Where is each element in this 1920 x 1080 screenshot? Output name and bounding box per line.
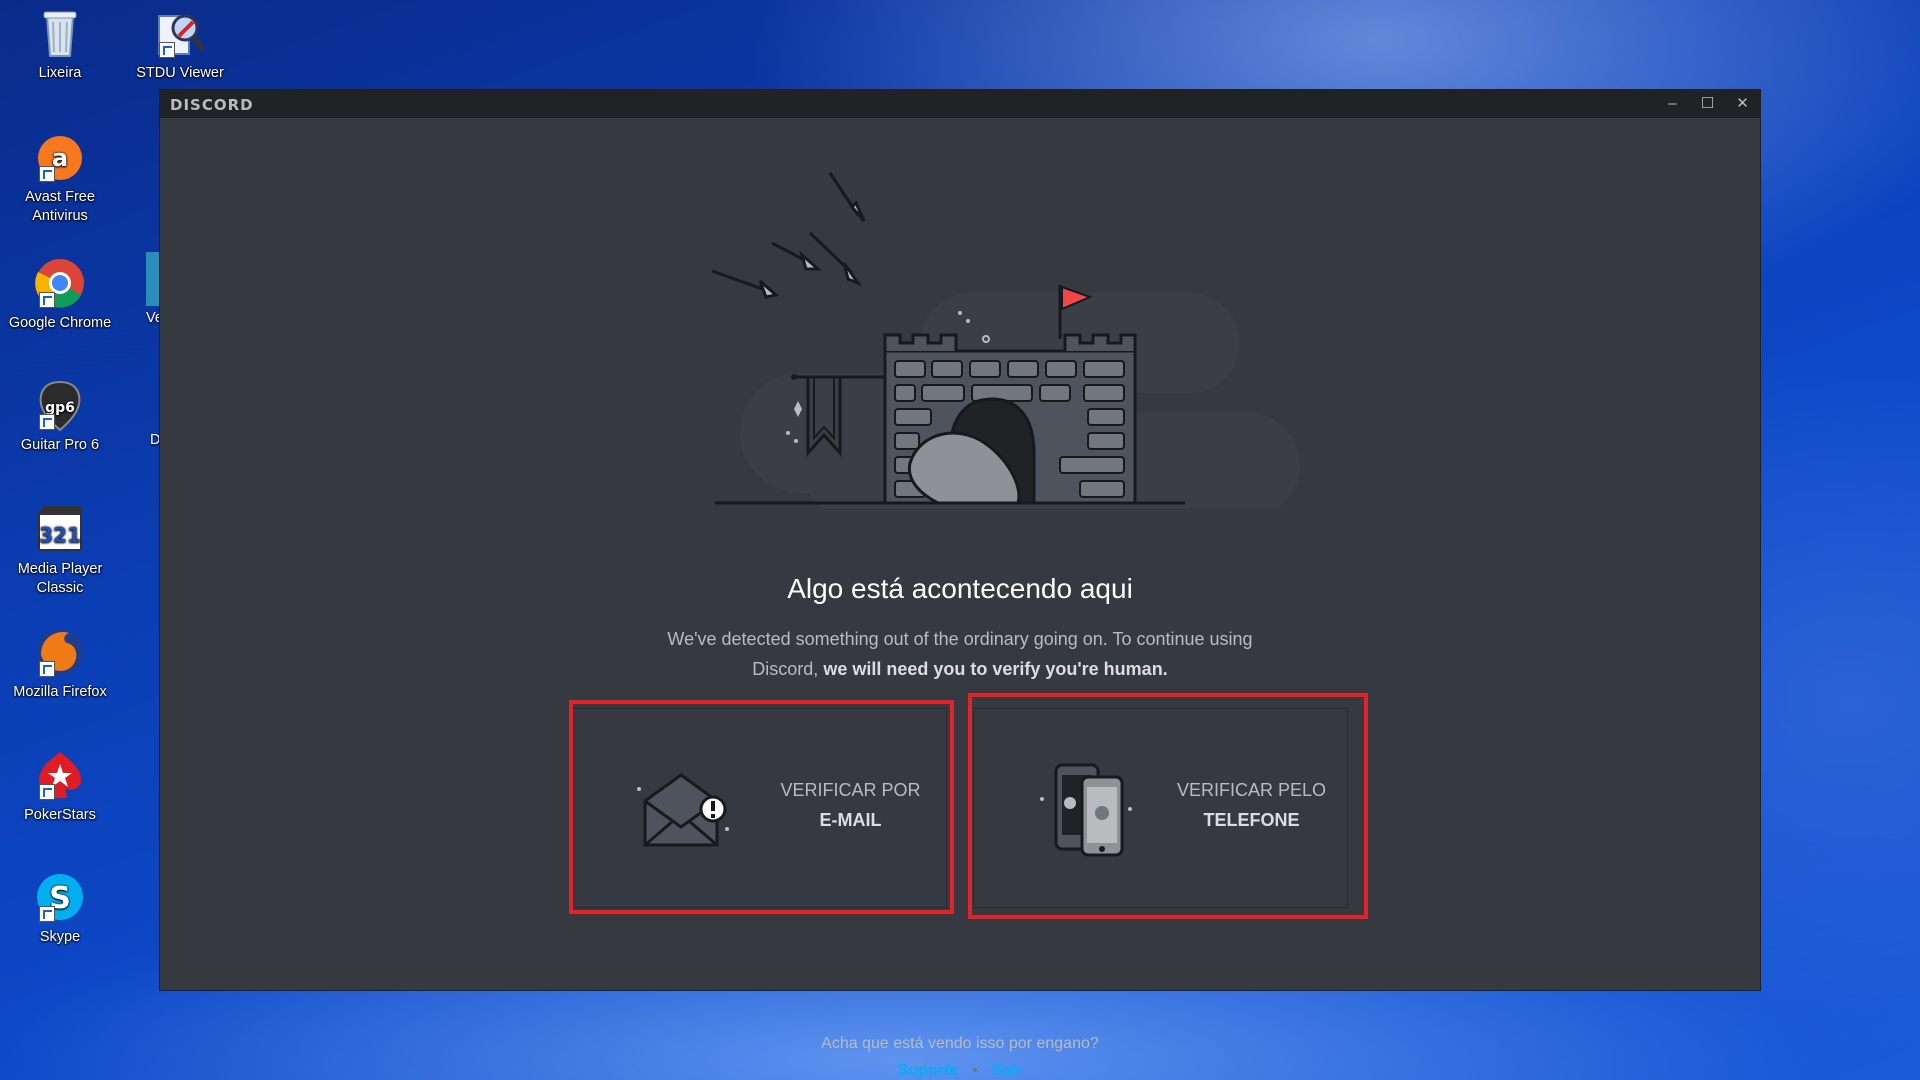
- desktop-icon-firefox[interactable]: Mozilla Firefox: [0, 625, 120, 702]
- pokerstars-icon: [33, 748, 87, 802]
- desktop-icon-label: Lixeira: [38, 65, 82, 81]
- castle-illustration: [711, 172, 1300, 508]
- partial-app-icon: [146, 252, 160, 306]
- desktop-icon-label: Mozilla Firefox: [13, 684, 107, 700]
- close-button[interactable]: ✕: [1725, 90, 1760, 118]
- separator-dot: •: [972, 1062, 978, 1079]
- title-bar[interactable]: DISCORD – ☐ ✕: [160, 90, 1760, 118]
- support-link[interactable]: Suporte: [898, 1062, 958, 1079]
- discord-logo: DISCORD: [170, 96, 254, 114]
- skype-icon: S: [33, 870, 87, 924]
- verification-title: Algo está acontecendo aqui: [787, 573, 1133, 604]
- guitar-pro-icon: gp6: [33, 378, 87, 432]
- svg-text:321: 321: [39, 523, 81, 547]
- discord-window: DISCORD – ☐ ✕ Algo está acontecendo aqui…: [160, 90, 1760, 1079]
- description-emphasis: we will need you to verify you're human.: [823, 659, 1168, 679]
- footer-links: Suporte • Sair: [160, 1062, 1760, 1080]
- desktop-icon-label: STDU Viewer: [136, 65, 224, 81]
- partial-app-icon: [150, 378, 160, 432]
- verification-screen: Algo está acontecendo aqui We've detecte…: [160, 118, 1760, 1079]
- stdu-viewer-icon: [153, 6, 207, 60]
- shortcut-arrow-icon: [39, 292, 55, 308]
- highlight-box-email: [569, 700, 954, 914]
- desktop-icon-chrome[interactable]: Google Chrome: [0, 256, 120, 333]
- firefox-icon: [33, 625, 87, 679]
- desktop-icon-avast[interactable]: a Avast Free Antivirus: [0, 130, 120, 226]
- highlight-box-phone: [968, 693, 1368, 919]
- desktop-icon-pokerstars[interactable]: PokerStars: [0, 748, 120, 825]
- desktop-icon-lixeira[interactable]: Lixeira: [0, 6, 120, 83]
- desktop-icon-label: PokerStars: [24, 807, 96, 823]
- shortcut-arrow-icon: [39, 414, 55, 430]
- shortcut-arrow-icon: [159, 42, 175, 58]
- desktop-icon-guitar-pro[interactable]: gp6 Guitar Pro 6: [0, 378, 120, 455]
- verification-description: We've detected something out of the ordi…: [640, 624, 1280, 684]
- desktop-icon-label: Media Player Classic: [17, 561, 103, 596]
- desktop-icon-label: Guitar Pro 6: [20, 437, 100, 453]
- desktop-icon-skype[interactable]: S Skype: [0, 870, 120, 947]
- shortcut-arrow-icon: [39, 166, 55, 182]
- desktop-icon-label: Veg: [146, 310, 160, 326]
- avast-icon: a: [33, 130, 87, 184]
- desktop-icon-mpc[interactable]: 321 Media Player Classic: [0, 502, 120, 598]
- desktop-icon-partial-veg[interactable]: Veg: [146, 252, 160, 326]
- logout-link[interactable]: Sair: [992, 1062, 1022, 1079]
- desktop-icon-label: Google Chrome: [8, 315, 112, 331]
- desktop-icon-label: Skype: [39, 929, 81, 945]
- desktop-icon-stdu-viewer[interactable]: STDU Viewer: [120, 6, 240, 83]
- footer-question: Acha que está vendo isso por engano?: [821, 1035, 1099, 1052]
- chrome-icon: [33, 256, 87, 310]
- shortcut-arrow-icon: [39, 906, 55, 922]
- shortcut-arrow-icon: [39, 784, 55, 800]
- desktop-icon-label: Avast Free Antivirus: [25, 189, 95, 224]
- shortcut-arrow-icon: [39, 661, 55, 677]
- recycle-bin-icon: [33, 6, 87, 60]
- media-player-classic-icon: 321: [33, 502, 87, 556]
- minimize-button[interactable]: –: [1655, 90, 1690, 118]
- maximize-button[interactable]: ☐: [1690, 90, 1725, 118]
